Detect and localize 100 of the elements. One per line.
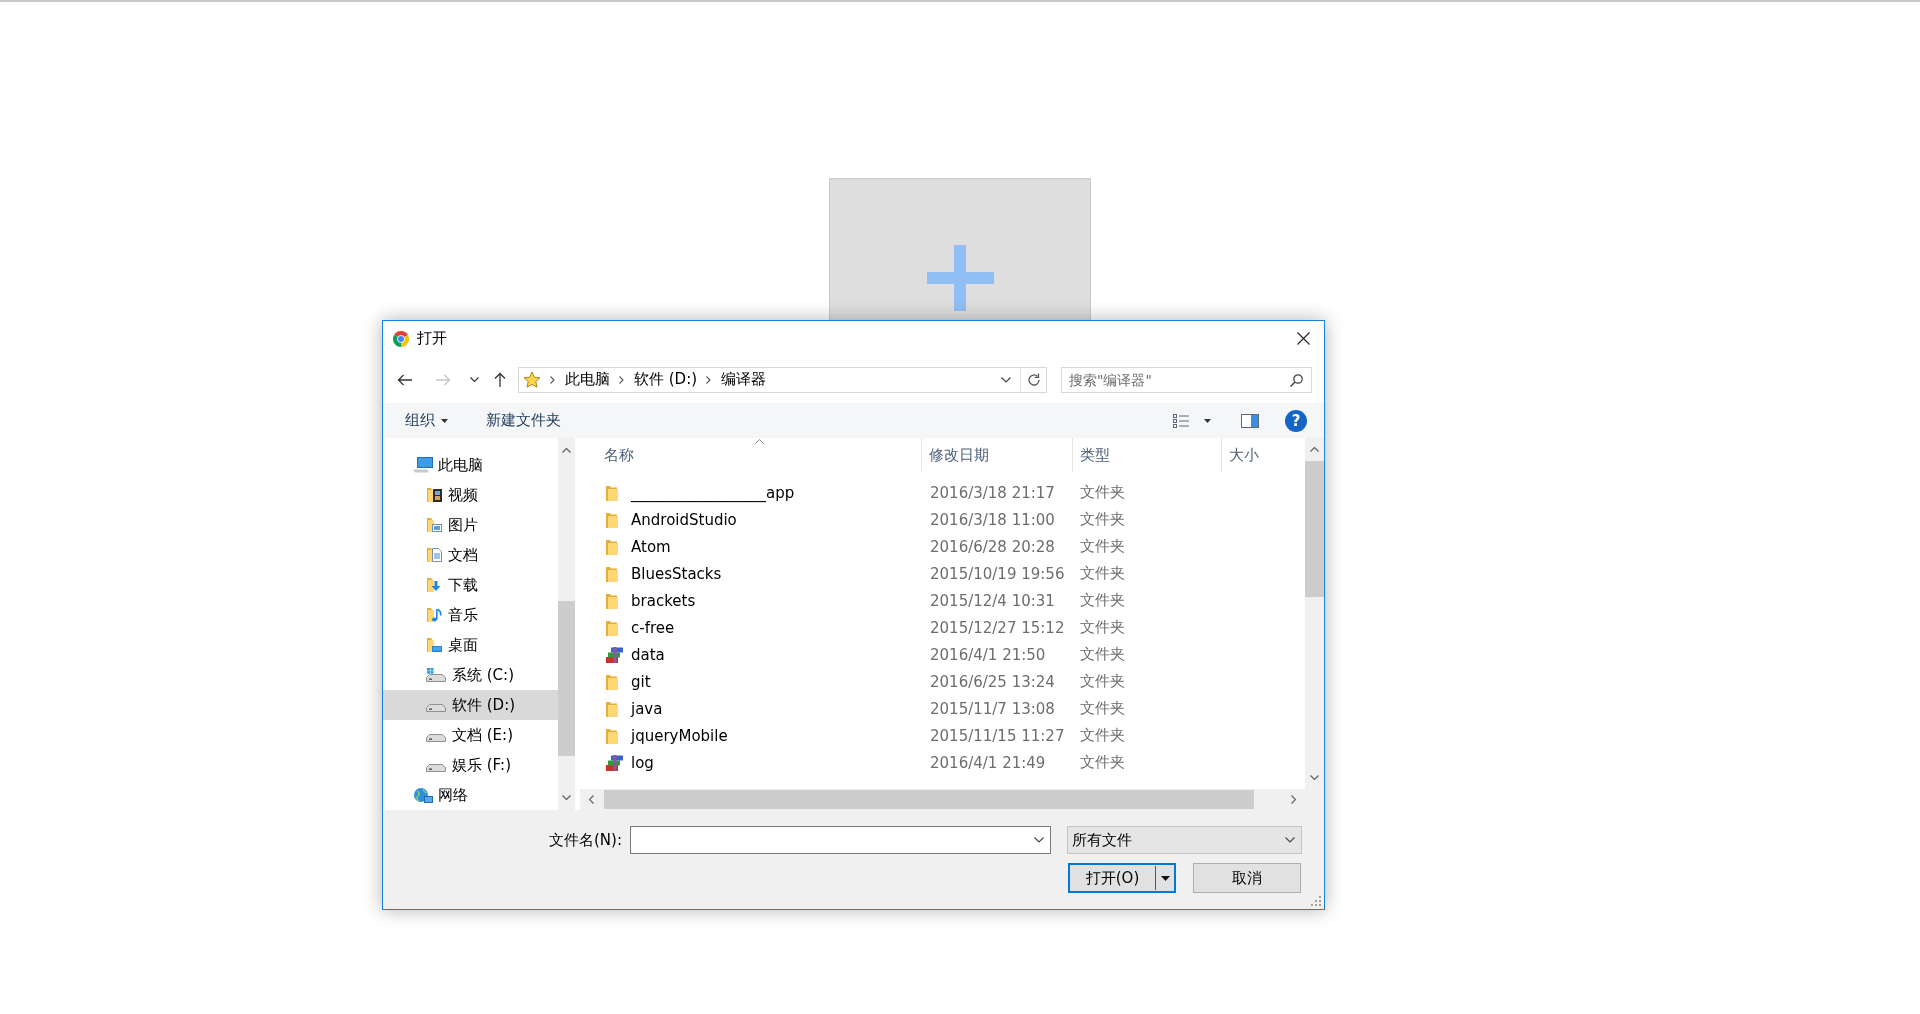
file-name[interactable]: Atom xyxy=(631,537,671,556)
list-view-icon[interactable] xyxy=(1173,413,1189,428)
modified-date: 2016/3/18 11:00 xyxy=(930,510,1055,529)
chevron-right-icon[interactable] xyxy=(1291,795,1296,804)
download-folder-icon xyxy=(426,577,442,593)
modified-date: 2016/4/1 21:50 xyxy=(930,645,1046,664)
window-title: 打开 xyxy=(417,329,447,348)
back-arrow-icon[interactable] xyxy=(397,373,413,386)
caret-down-icon[interactable] xyxy=(1161,875,1170,881)
star-icon[interactable] xyxy=(523,370,541,389)
chevron-down-icon[interactable] xyxy=(562,795,571,800)
address-bar[interactable]: 此电脑 软件 (D:) 编译器 xyxy=(518,366,1047,393)
file-type: 文件夹 xyxy=(1080,591,1125,609)
scrollbar-thumb[interactable] xyxy=(1305,461,1324,597)
folder-icon xyxy=(606,538,618,555)
file-name[interactable]: BluesStacks xyxy=(631,564,722,583)
filename-label: 文件名(N): xyxy=(549,830,622,850)
sidebar-item[interactable]: 文档 (E:) xyxy=(383,720,558,750)
breadcrumb-item[interactable]: 编译器 xyxy=(721,370,767,389)
sidebar-item[interactable]: 桌面 xyxy=(383,630,558,660)
file-type: 文件夹 xyxy=(1080,645,1125,663)
folder-icon xyxy=(606,673,618,690)
scrollbar-thumb[interactable] xyxy=(604,790,1254,809)
column-header[interactable]: 修改日期 xyxy=(922,438,1073,472)
modified-date: 2015/11/15 11:27 xyxy=(930,726,1065,745)
file-name[interactable]: jqueryMobile xyxy=(631,726,728,745)
scrollbar-thumb[interactable] xyxy=(558,601,575,756)
filename-field[interactable] xyxy=(630,826,1051,854)
sidebar-item[interactable]: 下载 xyxy=(383,570,558,600)
file-name[interactable]: __________________app xyxy=(631,483,795,502)
help-button[interactable]: ? xyxy=(1285,409,1307,432)
globe-icon xyxy=(413,787,433,803)
chevron-right-icon[interactable] xyxy=(706,375,712,384)
chevron-down-icon[interactable] xyxy=(1310,775,1319,780)
sidebar-item[interactable]: 视频 xyxy=(383,480,558,510)
sidebar-item[interactable]: 文档 xyxy=(383,540,558,570)
open-button[interactable]: 打开(O) xyxy=(1068,863,1176,893)
file-name[interactable]: AndroidStudio xyxy=(631,510,737,529)
chevron-down-icon[interactable] xyxy=(1001,376,1011,383)
caret-down-icon xyxy=(441,418,448,423)
up-arrow-icon[interactable] xyxy=(494,372,506,387)
modified-date: 2016/6/25 13:24 xyxy=(930,672,1055,691)
sidebar-item[interactable]: 娱乐 (F:) xyxy=(383,750,558,780)
chevron-up-icon[interactable] xyxy=(1310,447,1319,452)
chevron-right-icon[interactable] xyxy=(550,375,555,384)
modified-date: 2015/12/4 10:31 xyxy=(930,591,1055,610)
refresh-icon[interactable] xyxy=(1027,372,1041,387)
folder-icon xyxy=(606,619,618,636)
folder-icon xyxy=(606,727,618,744)
file-name[interactable]: java xyxy=(631,699,663,718)
sidebar-item[interactable]: 音乐 xyxy=(383,600,558,630)
modified-date: 2016/4/1 21:49 xyxy=(930,753,1046,772)
document-folder-icon xyxy=(426,547,442,563)
breadcrumb-item[interactable]: 软件 (D:) xyxy=(634,370,698,389)
file-type: 文件夹 xyxy=(1080,726,1125,744)
round-logo-icon xyxy=(393,330,409,347)
new-folder-button[interactable]: 新建文件夹 xyxy=(484,409,563,432)
chevron-left-icon[interactable] xyxy=(589,795,594,804)
file-name[interactable]: c-free xyxy=(631,618,675,637)
resize-grip-icon[interactable] xyxy=(1311,896,1321,906)
vertical-scrollbar[interactable] xyxy=(1305,438,1324,789)
search-field[interactable]: 搜索"编译器" xyxy=(1061,366,1312,393)
breadcrumb-item[interactable]: 此电脑 xyxy=(565,370,610,389)
caret-down-icon[interactable] xyxy=(1204,418,1211,423)
sidebar-item[interactable]: 图片 xyxy=(383,510,558,540)
computer-icon xyxy=(413,457,433,473)
chevron-right-icon[interactable] xyxy=(619,375,624,384)
file-type: 文件夹 xyxy=(1080,753,1125,771)
folder-icon xyxy=(606,511,618,528)
file-name[interactable]: brackets xyxy=(631,591,696,610)
file-name[interactable]: git xyxy=(631,672,651,691)
preview-pane-icon[interactable] xyxy=(1241,413,1259,428)
sidebar-item[interactable]: 系统 (C:) xyxy=(383,660,558,690)
chevron-down-icon[interactable] xyxy=(1034,837,1044,843)
music-folder-icon xyxy=(426,607,442,623)
modified-date: 2016/6/28 20:28 xyxy=(930,537,1055,556)
column-header[interactable]: 名称 xyxy=(580,438,922,472)
sidebar-item[interactable]: 软件 (D:) xyxy=(383,690,558,720)
organize-button[interactable]: 组织 xyxy=(403,409,450,432)
file-type-dropdown[interactable]: 所有文件 xyxy=(1067,826,1302,854)
file-name[interactable]: data xyxy=(631,645,665,664)
folder-icon xyxy=(606,484,618,501)
sidebar-item[interactable]: 此电脑 xyxy=(383,450,558,480)
chevron-down-icon[interactable] xyxy=(469,376,479,383)
close-icon[interactable] xyxy=(1297,332,1310,345)
file-type: 文件夹 xyxy=(1080,537,1125,555)
modified-date: 2015/11/7 13:08 xyxy=(930,699,1055,718)
chevron-down-icon[interactable] xyxy=(1285,837,1295,843)
file-name[interactable]: log xyxy=(631,753,654,772)
sidebar-item[interactable]: 网络 xyxy=(383,780,558,810)
vertical-scrollbar[interactable] xyxy=(558,438,575,810)
folder-icon xyxy=(606,592,618,609)
chevron-up-icon[interactable] xyxy=(562,448,571,453)
column-header[interactable]: 类型 xyxy=(1073,438,1222,472)
search-icon[interactable] xyxy=(1290,373,1303,387)
stacked-books-icon xyxy=(606,646,624,663)
drive-icon xyxy=(426,668,446,682)
column-header[interactable]: 大小 xyxy=(1222,438,1305,472)
cancel-button[interactable]: 取消 xyxy=(1193,863,1301,893)
film-folder-icon xyxy=(426,487,442,503)
